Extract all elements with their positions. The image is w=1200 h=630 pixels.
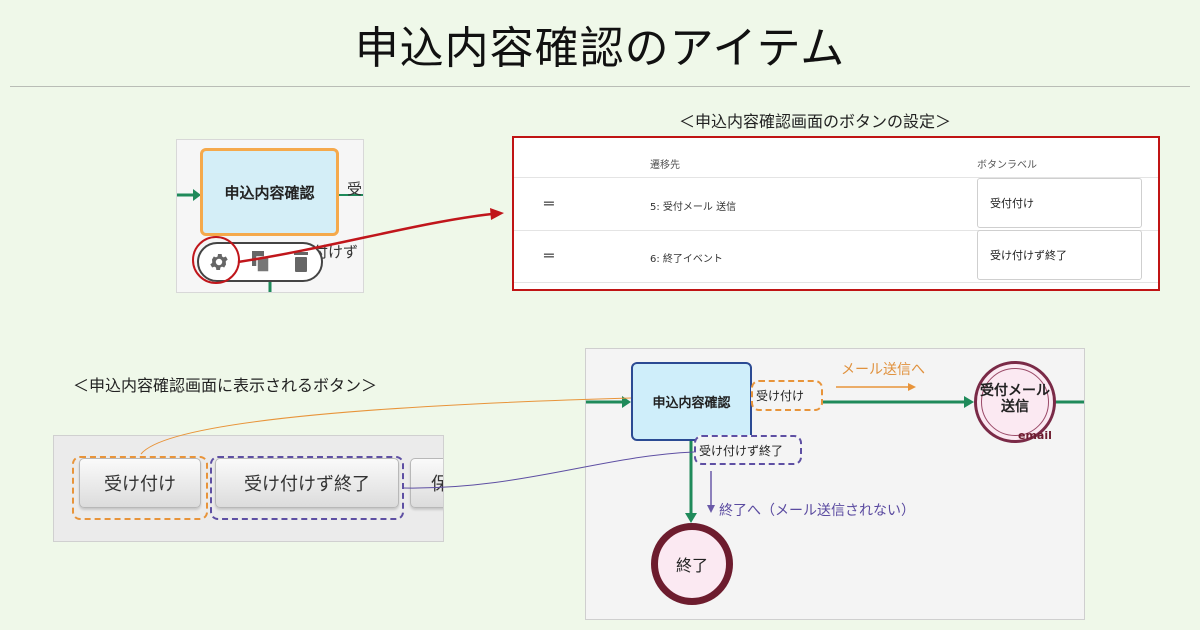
email-badge: email bbox=[1018, 429, 1052, 442]
accept-button[interactable]: 受け付け bbox=[79, 458, 201, 508]
flow-node-crop: 申込内容確認 受 付けず bbox=[176, 139, 364, 293]
task-node[interactable]: 申込内容確認 bbox=[631, 362, 752, 441]
column-header-destination: 遷移先 bbox=[650, 160, 680, 171]
button-label-input[interactable]: 受付付け bbox=[977, 178, 1142, 228]
page-title: 申込内容確認のアイテム bbox=[354, 23, 846, 74]
destination-cell: 6: 終了イベント bbox=[650, 254, 723, 265]
edge-label-fragment: 受 bbox=[347, 180, 363, 198]
button-label-input[interactable]: 受け付けず終了 bbox=[977, 230, 1142, 280]
reject-end-button[interactable]: 受け付けず終了 bbox=[215, 458, 399, 508]
title-divider bbox=[10, 86, 1190, 87]
save-button-partial[interactable]: 保 bbox=[410, 458, 443, 508]
settings-caption: ＜申込内容確認画面のボタンの設定＞ bbox=[679, 112, 952, 131]
drag-handle-icon[interactable]: ═ bbox=[544, 194, 554, 213]
flow-diagram: 申込内容確認 受け付け 受け付けず終了 メール送信へ 終了へ（メール送信されない… bbox=[585, 348, 1085, 620]
mail-send-node-label-line1: 受付メール bbox=[980, 383, 1050, 399]
edge-label-reject: 受け付けず終了 bbox=[694, 435, 802, 465]
mail-send-node-label: 受付メール 送信 bbox=[969, 383, 1061, 415]
column-header-button-label: ボタンラベル bbox=[977, 160, 1037, 171]
trash-icon[interactable] bbox=[287, 248, 315, 276]
button-settings-table: 遷移先 ボタンラベル ═ 5: 受付メール 送信 受付付け ═ 6: 終了イベン… bbox=[512, 136, 1160, 291]
screen-caption: ＜申込内容確認画面に表示されるボタン＞ bbox=[73, 376, 378, 395]
mail-send-node-label-line2: 送信 bbox=[1001, 399, 1029, 415]
task-node[interactable]: 申込内容確認 bbox=[200, 148, 339, 236]
row-divider bbox=[514, 282, 1158, 283]
copy-icon[interactable] bbox=[247, 248, 275, 276]
end-event-node[interactable]: 終了 bbox=[651, 523, 733, 605]
note-to-mail: メール送信へ bbox=[841, 362, 925, 378]
screen-button-bar: 受け付け 受け付けず終了 保 bbox=[53, 435, 444, 542]
edge-label-accept: 受け付け bbox=[751, 380, 823, 411]
gear-highlight-circle bbox=[192, 236, 240, 284]
destination-cell: 5: 受付メール 送信 bbox=[650, 202, 737, 213]
note-to-end: 終了へ（メール送信されない） bbox=[719, 503, 915, 519]
drag-handle-icon[interactable]: ═ bbox=[544, 246, 554, 265]
